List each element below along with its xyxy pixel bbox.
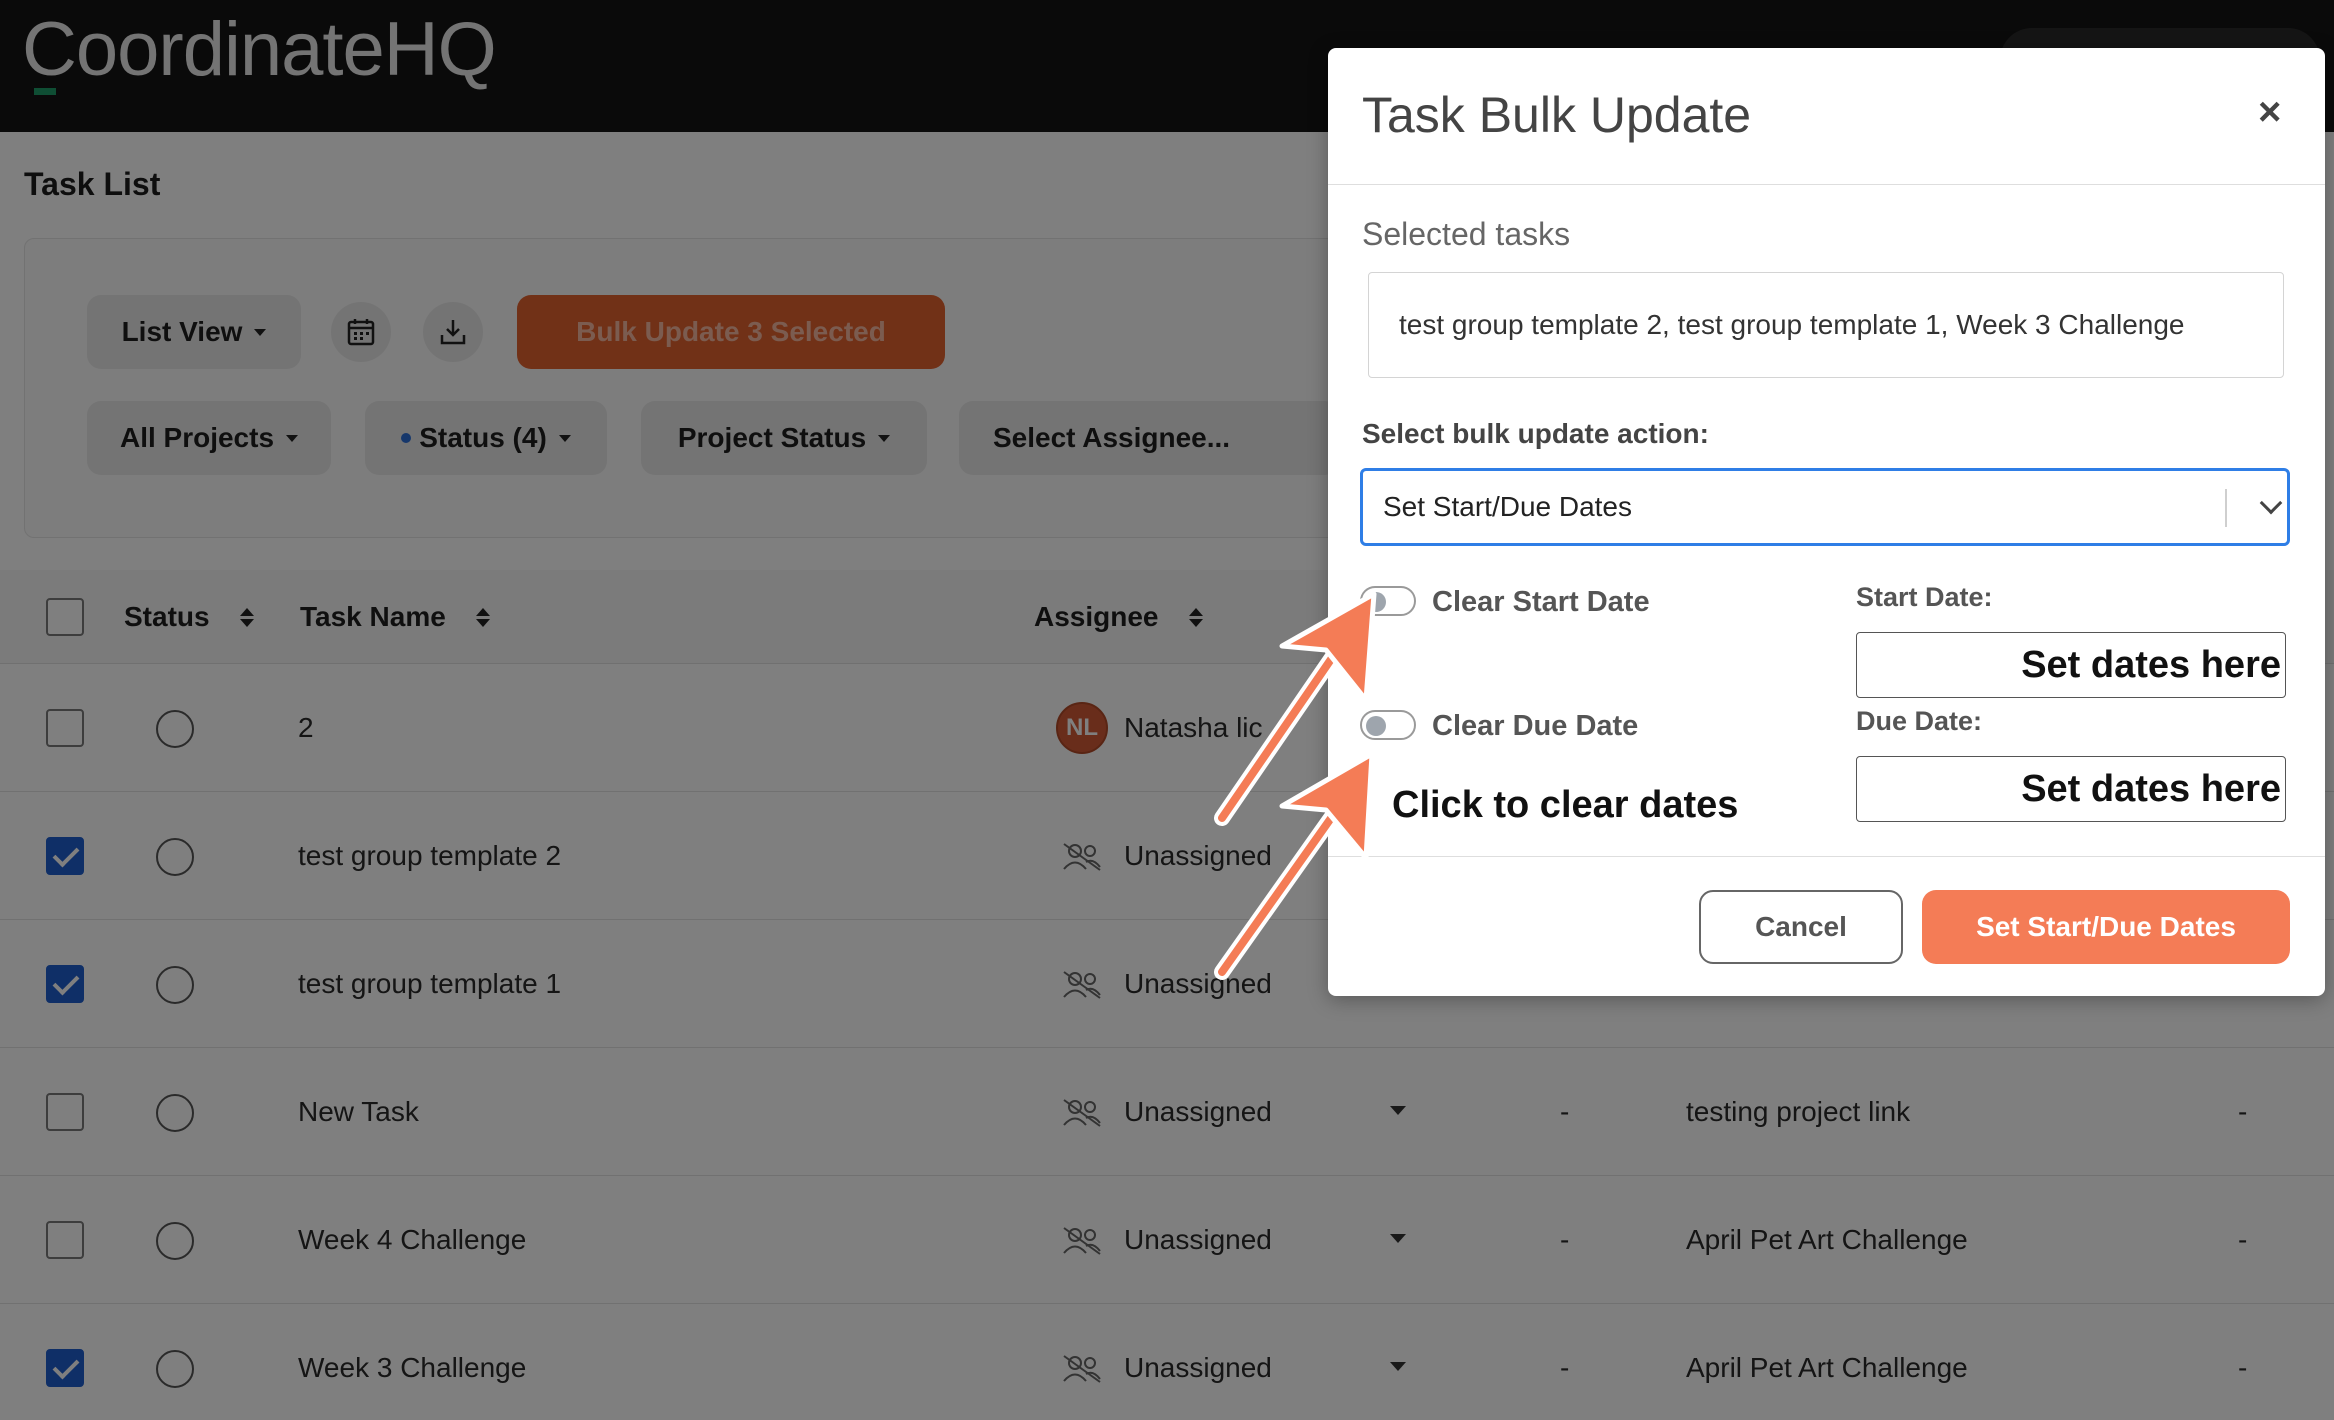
clear-start-date-toggle[interactable]: [1360, 586, 1416, 616]
cancel-button[interactable]: Cancel: [1699, 890, 1903, 964]
set-dates-button[interactable]: Set Start/Due Dates: [1922, 890, 2290, 964]
due-date-input[interactable]: Set dates here: [1856, 756, 2286, 822]
start-date-label: Start Date:: [1856, 582, 1993, 612]
select-separator: [2225, 489, 2227, 527]
start-date-input[interactable]: Set dates here: [1856, 632, 2286, 698]
modal-title: Task Bulk Update: [1362, 87, 1752, 143]
bulk-update-modal: Task Bulk Update × Selected tasks test g…: [1328, 48, 2325, 996]
bulk-action-value: Set Start/Due Dates: [1383, 491, 1633, 522]
clear-dates-annotation: Click to clear dates: [1392, 784, 1739, 826]
due-date-annotation: Set dates here: [2021, 767, 2281, 810]
close-icon[interactable]: ×: [2258, 90, 2281, 135]
clear-due-date-label: Clear Due Date: [1432, 710, 1639, 742]
selected-tasks-field: test group template 2, test group templa…: [1368, 272, 2284, 378]
start-date-annotation: Set dates here: [2021, 643, 2281, 686]
clear-start-date-label: Clear Start Date: [1432, 586, 1650, 618]
bulk-action-select[interactable]: Set Start/Due Dates: [1360, 468, 2290, 546]
selected-tasks-label: Selected tasks: [1362, 216, 1571, 252]
modal-header-divider: [1328, 184, 2325, 185]
modal-footer-divider: [1328, 856, 2325, 857]
bulk-action-label: Select bulk update action:: [1362, 418, 1709, 449]
clear-due-date-toggle[interactable]: [1360, 710, 1416, 740]
chevron-down-icon[interactable]: [2259, 491, 2283, 515]
due-date-label: Due Date:: [1856, 706, 1983, 736]
